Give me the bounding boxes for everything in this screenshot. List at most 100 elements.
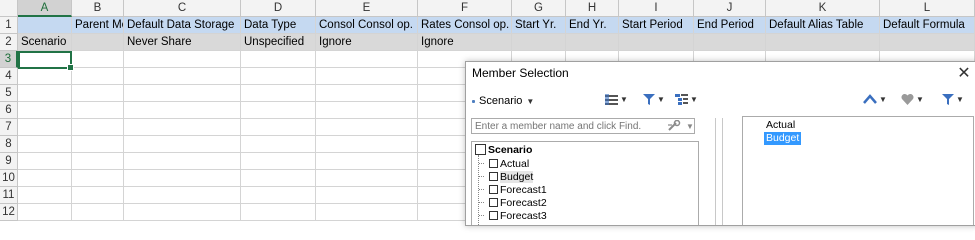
cell-e1[interactable]: Consol Consol op. (316, 17, 418, 34)
active-cell-a3[interactable] (18, 51, 74, 71)
row-header-6[interactable]: 6 (0, 102, 18, 119)
cell-c7[interactable] (124, 119, 241, 136)
cell-i1[interactable]: Start Period (619, 17, 694, 34)
cell-e3[interactable] (316, 51, 418, 68)
cell-d10[interactable] (241, 170, 316, 187)
cell-c8[interactable] (124, 136, 241, 153)
row-header-4[interactable]: 4 (0, 68, 18, 85)
cell-e5[interactable] (316, 85, 418, 102)
cell-a11[interactable] (18, 187, 72, 204)
cell-b3[interactable] (72, 51, 124, 68)
cell-g2[interactable] (512, 34, 566, 51)
cell-b6[interactable] (72, 102, 124, 119)
selected-member-budget[interactable]: Budget (764, 132, 802, 145)
row-header-2[interactable]: 2 (0, 34, 18, 51)
cell-d1[interactable]: Data Type (241, 17, 316, 34)
selected-member-actual[interactable]: Actual (764, 119, 797, 132)
column-header-d[interactable]: D (241, 0, 316, 17)
column-header-i[interactable]: I (619, 0, 694, 17)
column-header-j[interactable]: J (694, 0, 766, 17)
tree-item-budget[interactable]: Budget (489, 170, 534, 183)
row-header-1[interactable]: 1 (0, 17, 18, 34)
cell-b1[interactable]: Parent Member (72, 17, 124, 34)
cell-b7[interactable] (72, 119, 124, 136)
cell-d4[interactable] (241, 68, 316, 85)
cell-c4[interactable] (124, 68, 241, 85)
row-header-5[interactable]: 5 (0, 85, 18, 102)
cell-e11[interactable] (316, 187, 418, 204)
row-header-8[interactable]: 8 (0, 136, 18, 153)
cell-l2[interactable] (880, 34, 975, 51)
cell-b4[interactable] (72, 68, 124, 85)
find-icon[interactable]: ▼ (667, 120, 694, 132)
member-search-input[interactable] (471, 118, 695, 134)
cell-d2[interactable]: Unspecified (241, 34, 316, 51)
cell-d5[interactable] (241, 85, 316, 102)
chevron-up-icon[interactable]: ▼ (863, 94, 887, 104)
cell-c11[interactable] (124, 187, 241, 204)
cell-b9[interactable] (72, 153, 124, 170)
row-header-9[interactable]: 9 (0, 153, 18, 170)
cell-a10[interactable] (18, 170, 72, 187)
column-header-k[interactable]: K (766, 0, 880, 17)
cell-h2[interactable] (566, 34, 619, 51)
cell-i2[interactable] (619, 34, 694, 51)
cell-a8[interactable] (18, 136, 72, 153)
cell-c12[interactable] (124, 204, 241, 221)
cell-h1[interactable]: End Yr. (566, 17, 619, 34)
cell-f1[interactable]: Rates Consol op. (418, 17, 512, 34)
cell-f2[interactable]: Ignore (418, 34, 512, 51)
cell-k1[interactable]: Default Alias Table (766, 17, 880, 34)
cell-j1[interactable]: End Period (694, 17, 766, 34)
cell-a6[interactable] (18, 102, 72, 119)
cell-a4[interactable] (18, 68, 72, 85)
cell-j2[interactable] (694, 34, 766, 51)
checkbox[interactable] (489, 211, 498, 220)
cell-c3[interactable] (124, 51, 241, 68)
cell-b10[interactable] (72, 170, 124, 187)
tree-item-forecast1[interactable]: Forecast1 (489, 183, 547, 196)
cell-d11[interactable] (241, 187, 316, 204)
tree-item-scenario[interactable]: Scenario (475, 143, 532, 156)
tree-item-actual[interactable]: Actual (489, 157, 529, 170)
cell-b5[interactable] (72, 85, 124, 102)
cell-b11[interactable] (72, 187, 124, 204)
checkbox[interactable] (489, 172, 498, 181)
column-header-h[interactable]: H (566, 0, 619, 17)
column-header-g[interactable]: G (512, 0, 566, 17)
row-header-11[interactable]: 11 (0, 187, 18, 204)
cell-a12[interactable] (18, 204, 72, 221)
cell-c9[interactable] (124, 153, 241, 170)
cell-a1[interactable] (18, 17, 72, 34)
cell-e6[interactable] (316, 102, 418, 119)
cell-k2[interactable] (766, 34, 880, 51)
column-header-a[interactable]: A (18, 0, 72, 17)
column-header-b[interactable]: B (72, 0, 124, 17)
checkbox[interactable] (475, 144, 486, 155)
cell-c2[interactable]: Never Share (124, 34, 241, 51)
cell-d9[interactable] (241, 153, 316, 170)
cell-a5[interactable] (18, 85, 72, 102)
cell-b12[interactable] (72, 204, 124, 221)
column-header-l[interactable]: L (880, 0, 975, 17)
cell-b2[interactable] (72, 34, 124, 51)
cell-e8[interactable] (316, 136, 418, 153)
tree-item-forecast3[interactable]: Forecast3 (489, 209, 547, 222)
tree-item-forecast2[interactable]: Forecast2 (489, 196, 547, 209)
heart-icon[interactable]: ▼ (901, 94, 924, 105)
cell-c6[interactable] (124, 102, 241, 119)
cell-l1[interactable]: Default Formula (880, 17, 975, 34)
column-header-c[interactable]: C (124, 0, 241, 17)
cell-d12[interactable] (241, 204, 316, 221)
row-header-3[interactable]: 3 (0, 51, 18, 68)
row-header-7[interactable]: 7 (0, 119, 18, 136)
cell-a9[interactable] (18, 153, 72, 170)
panel-splitter[interactable] (715, 118, 723, 225)
row-header-10[interactable]: 10 (0, 170, 18, 187)
cell-a2[interactable]: Scenario (18, 34, 72, 51)
filter-icon[interactable]: ▼ (942, 94, 964, 105)
cell-e7[interactable] (316, 119, 418, 136)
cell-d8[interactable] (241, 136, 316, 153)
grid-icon[interactable]: ▼ (605, 94, 628, 105)
cell-b8[interactable] (72, 136, 124, 153)
